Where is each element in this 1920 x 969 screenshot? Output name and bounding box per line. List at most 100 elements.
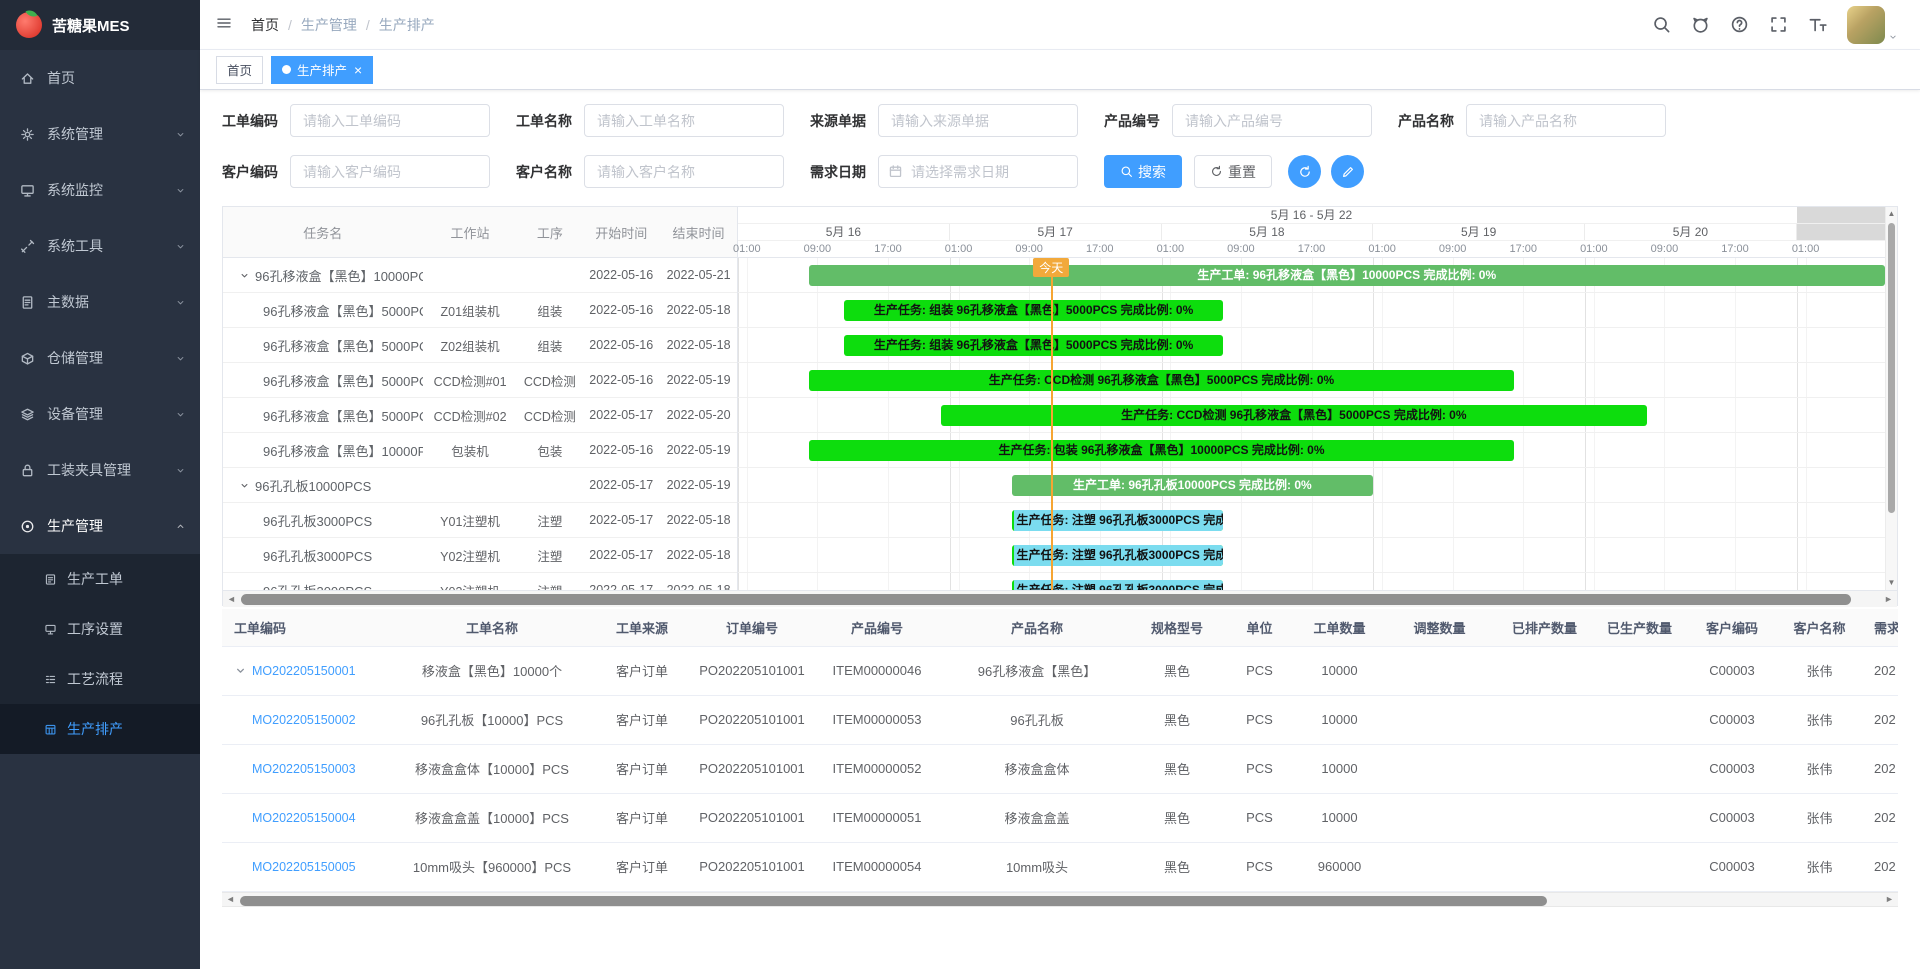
- edit-schedule-button[interactable]: [1331, 155, 1364, 188]
- gantt-hour-label: 01:00: [1368, 241, 1396, 257]
- gantt-bar[interactable]: 生产任务: 注塑 96孔孔板3000PCS 完成比例: 0%: [1012, 545, 1224, 566]
- gantt-task-row[interactable]: 96孔移液盒【黑色】5000PCSCCD检测#02CCD检测2022-05-17…: [223, 398, 737, 433]
- task-start: 2022-05-16: [582, 443, 660, 457]
- gantt-bar[interactable]: 生产任务: 注塑 96孔孔板3000PCS 完成比例: 0%: [1012, 580, 1224, 590]
- tab-home[interactable]: 首页: [216, 56, 263, 84]
- collapse-icon[interactable]: [239, 270, 250, 281]
- work-order-link[interactable]: MO202205150001: [252, 664, 356, 678]
- scroll-left-icon[interactable]: ◄: [223, 591, 240, 607]
- product-code-input[interactable]: [1172, 104, 1372, 137]
- work-order-table: 工单编码工单名称工单来源订单编号产品编号产品名称规格型号单位工单数量调整数量已排…: [222, 609, 1898, 907]
- product-name-input[interactable]: [1466, 104, 1666, 137]
- task-station: CCD检测#01: [423, 371, 518, 390]
- gantt-task-row[interactable]: 96孔孔板3000PCSY02注塑机注塑2022-05-172022-05-18: [223, 538, 737, 573]
- work-order-link[interactable]: MO202205150004: [252, 811, 356, 825]
- order-name-input[interactable]: [584, 104, 784, 137]
- github-button[interactable]: [1691, 15, 1710, 34]
- work-order-link[interactable]: MO202205150003: [252, 762, 356, 776]
- sidebar-toggle-icon[interactable]: [216, 15, 235, 34]
- search-button[interactable]: 搜索: [1104, 155, 1182, 188]
- sidebar-item-system-tools[interactable]: 系统工具: [0, 218, 200, 274]
- vertical-scroll-thumb[interactable]: [1888, 223, 1895, 513]
- gantt-task-row[interactable]: 96孔孔板3000PCSY01注塑机注塑2022-05-172022-05-18: [223, 503, 737, 538]
- gantt-task-row[interactable]: 96孔孔板3000PCSY03注塑机注塑2022-05-172022-05-18: [223, 573, 737, 590]
- expand-row-icon[interactable]: [234, 664, 247, 677]
- fixture-icon: [20, 463, 35, 478]
- scroll-left-icon[interactable]: ◄: [222, 891, 239, 907]
- scroll-up-icon[interactable]: ▲: [1886, 208, 1897, 220]
- customer-name-input[interactable]: [584, 155, 784, 188]
- gantt-bar[interactable]: 生产任务: 组装 96孔移液盒【黑色】5000PCS 完成比例: 0%: [844, 335, 1223, 356]
- cell-po-number: PO202205101001: [692, 744, 812, 793]
- sidebar-item-equipment[interactable]: 设备管理: [0, 386, 200, 442]
- gantt-hour-label: 09:00: [1015, 241, 1043, 257]
- filter-row: 工单编码工单名称来源单据产品编号产品名称: [222, 104, 1898, 137]
- breadcrumb-item[interactable]: 首页: [251, 15, 279, 35]
- sidebar-item-production[interactable]: 生产管理: [0, 498, 200, 554]
- sidebar-subitem-work-order[interactable]: 生产工单: [0, 554, 200, 604]
- gantt-bar[interactable]: 生产任务: 注塑 96孔孔板3000PCS 完成比例: 0%: [1012, 510, 1224, 531]
- home-icon: [20, 71, 35, 86]
- table-header-po-number: 订单编号: [692, 609, 812, 646]
- reset-button[interactable]: 重置: [1194, 155, 1272, 188]
- chevron-down-icon: [175, 129, 186, 140]
- font-size-button[interactable]: [1808, 15, 1827, 34]
- gantt-bar[interactable]: 生产任务: 包装 96孔移液盒【黑色】10000PCS 完成比例: 0%: [809, 440, 1515, 461]
- gantt-bar[interactable]: 生产任务: CCD检测 96孔移液盒【黑色】5000PCS 完成比例: 0%: [809, 370, 1515, 391]
- horizontal-scroll-thumb[interactable]: [241, 594, 1851, 605]
- gantt-column-end: 结束时间: [660, 223, 737, 242]
- search-button[interactable]: [1652, 15, 1671, 34]
- scroll-right-icon[interactable]: ►: [1880, 591, 1897, 607]
- work-order-link[interactable]: MO202205150005: [252, 860, 356, 874]
- sidebar-subitem-production-scheduling[interactable]: 生产排产: [0, 704, 200, 754]
- sidebar-item-warehouse[interactable]: 仓储管理: [0, 330, 200, 386]
- app-title: 苦糖果MES: [52, 15, 130, 36]
- app-logo[interactable]: 苦糖果MES: [0, 0, 200, 50]
- gantt-task-row[interactable]: 96孔移液盒【黑色】5000PCSZ02组装机组装2022-05-162022-…: [223, 328, 737, 363]
- table-horizontal-scrollbar[interactable]: ◄ ►: [222, 892, 1898, 907]
- sidebar-item-fixture[interactable]: 工装夹具管理: [0, 442, 200, 498]
- refresh-gantt-button[interactable]: [1288, 155, 1321, 188]
- gantt-task-row[interactable]: 96孔移液盒【黑色】10000PCS包装机包装2022-05-162022-05…: [223, 433, 737, 468]
- calendar-icon: [888, 164, 903, 179]
- table-header-order-qty: 工单数量: [1297, 609, 1382, 646]
- cell-customer-name: 张伟: [1777, 646, 1862, 695]
- scroll-right-icon[interactable]: ►: [1881, 891, 1898, 907]
- sidebar-item-system-admin[interactable]: 系统管理: [0, 106, 200, 162]
- work-order-link[interactable]: MO202205150002: [252, 713, 356, 727]
- horizontal-scroll-thumb[interactable]: [240, 896, 1547, 906]
- gantt-vertical-scrollbar[interactable]: ▲ ▼: [1885, 207, 1897, 590]
- gantt-bar[interactable]: 生产任务: 组装 96孔移液盒【黑色】5000PCS 完成比例: 0%: [844, 300, 1223, 321]
- sidebar-subitem-process-settings[interactable]: 工序设置: [0, 604, 200, 654]
- gantt-horizontal-scrollbar[interactable]: ◄ ►: [223, 590, 1897, 607]
- cell-product-code: ITEM00000053: [812, 695, 942, 744]
- gantt-column-start: 开始时间: [582, 223, 660, 242]
- user-menu[interactable]: [1847, 6, 1898, 44]
- source-doc-input[interactable]: [878, 104, 1078, 137]
- help-button[interactable]: [1730, 15, 1749, 34]
- production-icon: [20, 519, 35, 534]
- close-tab-icon[interactable]: ×: [354, 63, 362, 77]
- tab-production-scheduling[interactable]: 生产排产×: [271, 56, 373, 84]
- gantt-task-row[interactable]: 96孔孔板10000PCS2022-05-172022-05-19: [223, 468, 737, 503]
- filter-label: 需求日期: [810, 162, 866, 182]
- sidebar-item-master-data[interactable]: 主数据: [0, 274, 200, 330]
- gantt-task-row[interactable]: 96孔移液盒【黑色】5000PCSCCD检测#01CCD检测2022-05-16…: [223, 363, 737, 398]
- gantt-bar[interactable]: 生产工单: 96孔孔板10000PCS 完成比例: 0%: [1012, 475, 1374, 496]
- sidebar-item-home[interactable]: 首页: [0, 50, 200, 106]
- demand-date-input[interactable]: [878, 155, 1078, 188]
- gantt-bar[interactable]: 生产任务: CCD检测 96孔移液盒【黑色】5000PCS 完成比例: 0%: [941, 405, 1647, 426]
- order-code-input[interactable]: [290, 104, 490, 137]
- cell-product-name: 移液盒盒体: [942, 744, 1132, 793]
- customer-code-input[interactable]: [290, 155, 490, 188]
- gantt-task-row[interactable]: 96孔移液盒【黑色】5000PCSZ01组装机组装2022-05-162022-…: [223, 293, 737, 328]
- task-station: 包装机: [423, 441, 518, 460]
- sidebar-subitem-process-flow[interactable]: 工艺流程: [0, 654, 200, 704]
- fullscreen-button[interactable]: [1769, 15, 1788, 34]
- gantt-bar[interactable]: 生产工单: 96孔移液盒【黑色】10000PCS 完成比例: 0%: [809, 265, 1885, 286]
- gantt-task-row[interactable]: 96孔移液盒【黑色】10000PCS2022-05-162022-05-21: [223, 258, 737, 293]
- cell-adjust-qty: [1382, 744, 1497, 793]
- sidebar-item-system-monitor[interactable]: 系统监控: [0, 162, 200, 218]
- collapse-icon[interactable]: [239, 480, 250, 491]
- scroll-down-icon[interactable]: ▼: [1886, 577, 1897, 589]
